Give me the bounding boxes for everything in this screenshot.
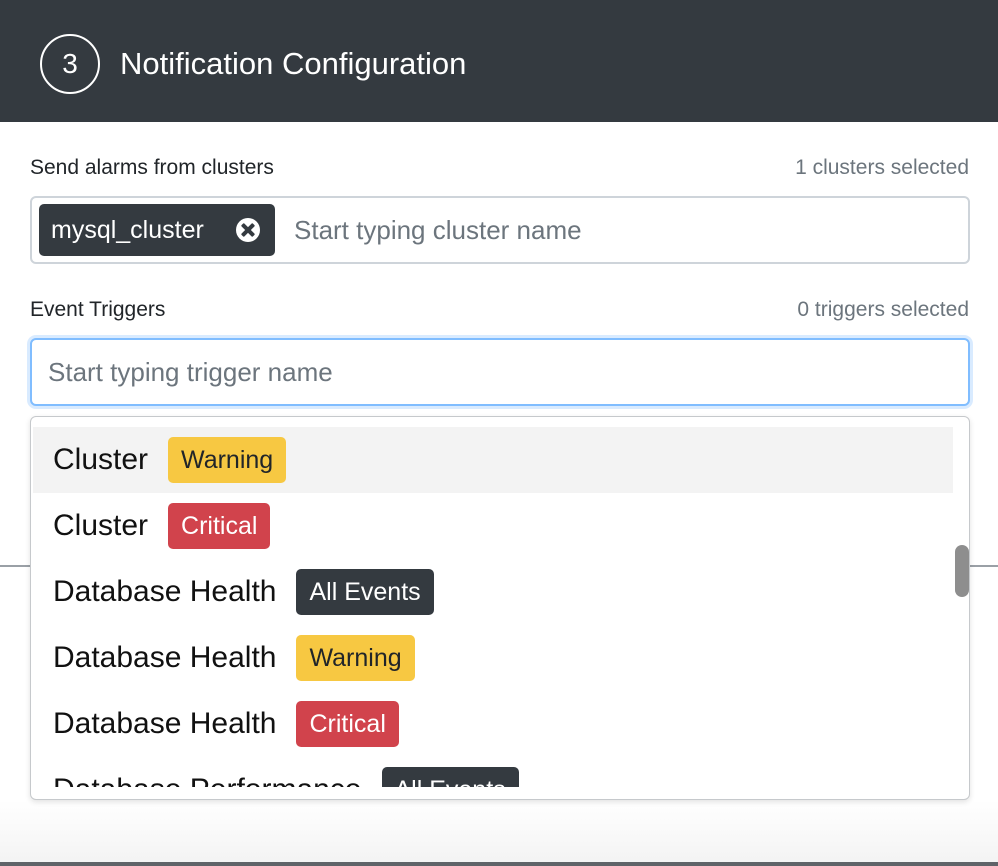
trigger-option-name: Database Performance [53,773,362,787]
severity-badge: Critical [296,701,399,747]
trigger-option[interactable]: Cluster Critical [33,493,953,559]
step-number-circle: 3 [40,34,100,94]
clusters-label: Send alarms from clusters [30,156,274,179]
severity-badge: Warning [296,635,415,681]
trigger-options-list[interactable]: Cluster Warning Cluster Critical Databas… [33,427,953,787]
trigger-option[interactable]: Cluster Warning [33,427,953,493]
triggers-label: Event Triggers [30,298,166,321]
trigger-option-name: Cluster [53,443,149,476]
severity-badge: All Events [296,569,434,615]
cluster-multiselect[interactable]: mysql_cluster [30,196,970,264]
trigger-option[interactable]: Database Health Critical [33,691,953,757]
section-divider-right [968,565,998,567]
severity-badge: All Events [381,767,519,787]
severity-badge: Critical [168,503,271,549]
step-header: 3 Notification Configuration [0,0,998,122]
footer-shade [0,800,998,866]
trigger-option-name: Database Health [53,575,277,608]
trigger-dropdown-menu: Cluster Warning Cluster Critical Databas… [30,416,970,800]
trigger-option-name: Database Health [53,641,277,674]
cluster-chip-mysql-cluster: mysql_cluster [39,204,275,256]
clusters-count: 1 clusters selected [795,156,969,179]
footer-border [0,862,998,866]
cluster-search-input[interactable] [292,210,952,250]
trigger-option-name: Cluster [53,509,149,542]
trigger-search-input[interactable] [30,338,970,406]
trigger-option[interactable]: Database Health Warning [33,625,953,691]
section-divider-left [0,565,32,567]
trigger-option[interactable]: Database Performance All Events [33,757,953,787]
severity-badge: Warning [168,437,287,483]
trigger-option-name: Database Health [53,707,277,740]
trigger-option[interactable]: Database Health All Events [33,559,953,625]
cluster-chip-label: mysql_cluster [51,216,204,244]
dropdown-scrollbar-thumb[interactable] [955,545,969,597]
page-title: Notification Configuration [120,46,467,81]
remove-circle-icon[interactable] [236,218,260,242]
triggers-count: 0 triggers selected [797,298,969,321]
